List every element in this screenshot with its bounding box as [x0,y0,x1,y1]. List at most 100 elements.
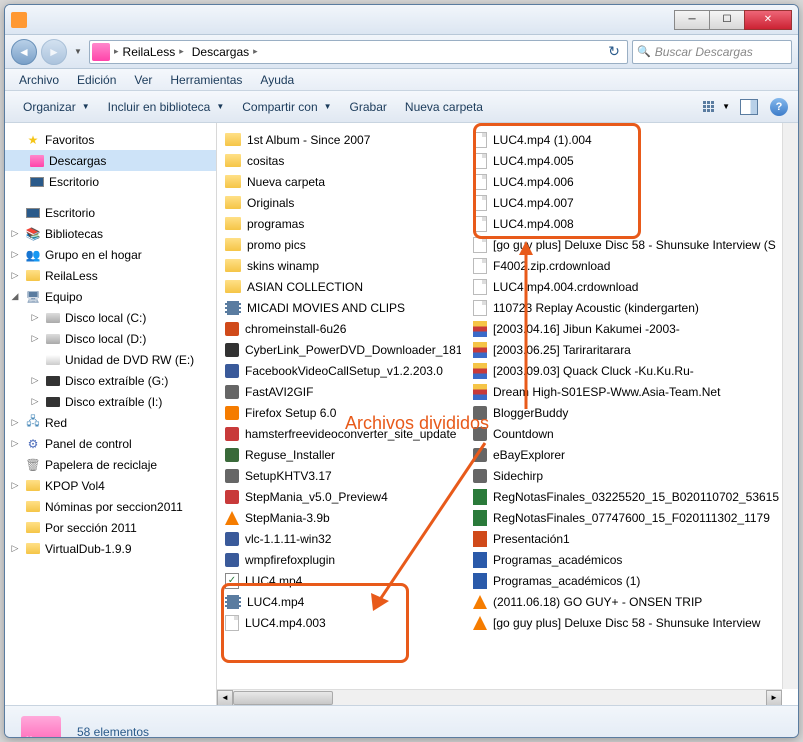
view-options[interactable]: ▼ [703,101,730,112]
tree-control-panel[interactable]: ▷⚙Panel de control [5,433,216,454]
file-item[interactable]: Programas_académicos [469,549,781,570]
search-input[interactable]: Buscar Descargas [632,40,792,64]
menu-tools[interactable]: Herramientas [162,71,250,89]
tree-folder[interactable]: ▷KPOP Vol4 [5,475,216,496]
tree-homegroup[interactable]: ▷👥Grupo en el hogar [5,244,216,265]
file-item[interactable]: [2003.09.03] Quack Cluck -Ku.Ku.Ru- [469,360,781,381]
file-item[interactable]: LUC4.mp4 (1).004 [469,129,781,150]
file-item[interactable]: LUC4.mp4 [221,591,461,612]
file-item[interactable]: F4002.zip.crdownload [469,255,781,276]
scroll-left-button[interactable]: ◄ [217,690,233,706]
file-item[interactable]: 110723 Replay Acoustic (kindergarten) [469,297,781,318]
file-item[interactable]: Firefox Setup 6.0 [221,402,461,423]
new-folder-button[interactable]: Nueva carpeta [397,96,491,118]
tree-network[interactable]: ▷🖧Red [5,412,216,433]
file-item[interactable]: LUC4.mp4.005 [469,150,781,171]
history-dropdown[interactable]: ▼ [71,42,85,62]
tree-drive-e[interactable]: Unidad de DVD RW (E:) [5,349,216,370]
titlebar[interactable]: ─ ☐ ✕ [5,5,798,35]
horizontal-scrollbar[interactable]: ◄ ► [217,689,782,705]
share-button[interactable]: Compartir con▼ [234,96,339,118]
file-item[interactable]: Countdown [469,423,781,444]
menu-view[interactable]: Ver [126,71,160,89]
refresh-button[interactable]: ↻ [603,41,625,63]
file-item[interactable]: StepMania_v5.0_Preview4 [221,486,461,507]
breadcrumb-item[interactable]: ReilaLess ▸ [119,41,188,63]
file-list[interactable]: 1st Album - Since 2007cositasNueva carpe… [217,123,798,705]
file-item[interactable]: LUC4.mp4.004.crdownload [469,276,781,297]
file-item[interactable]: RegNotasFinales_03225520_15_B020110702_5… [469,486,781,507]
file-item[interactable]: Reguse_Installer [221,444,461,465]
file-item[interactable]: LUC4.mp4.003 [221,612,461,633]
file-item[interactable]: FastAVI2GIF [221,381,461,402]
file-item[interactable]: hamsterfreevideoconverter_site_update [221,423,461,444]
breadcrumb-item[interactable]: Descargas ▸ [188,41,262,63]
tree-folder[interactable]: Nóminas por seccion2011 [5,496,216,517]
file-item[interactable]: LUC4.mp4.008 [469,213,781,234]
file-item[interactable]: RegNotasFinales_07747600_15_F020111302_1… [469,507,781,528]
tree-libraries[interactable]: ▷📚Bibliotecas [5,223,216,244]
tree-user[interactable]: ▷ReilaLess [5,265,216,286]
file-item[interactable]: StepMania-3.9b [221,507,461,528]
file-item[interactable]: [2003.06.25] Tariraritarara [469,339,781,360]
file-item[interactable]: Nueva carpeta [221,171,461,192]
organize-button[interactable]: Organizar▼ [15,96,98,118]
menu-file[interactable]: Archivo [11,71,67,89]
tree-drive-c[interactable]: ▷Disco local (C:) [5,307,216,328]
vertical-scrollbar[interactable] [782,123,798,689]
tree-desktop[interactable]: Escritorio [5,202,216,223]
file-item[interactable]: [go guy plus] Deluxe Disc 58 - Shunsuke … [469,612,781,633]
tree-favorites[interactable]: ★Favoritos [5,129,216,150]
file-item[interactable]: BloggerBuddy [469,402,781,423]
file-name: Dream High-S01ESP-Www.Asia-Team.Net [493,385,720,399]
tree-drive-i[interactable]: ▷Disco extraíble (I:) [5,391,216,412]
maximize-button[interactable]: ☐ [709,10,745,30]
file-item[interactable]: Originals [221,192,461,213]
tree-folder[interactable]: Por sección 2011 [5,517,216,538]
file-item[interactable]: [2003.04.16] Jibun Kakumei -2003- [469,318,781,339]
minimize-button[interactable]: ─ [674,10,710,30]
file-item[interactable]: (2011.06.18) GO GUY+ - ONSEN TRIP [469,591,781,612]
scroll-right-button[interactable]: ► [766,690,782,706]
back-button[interactable]: ◄ [11,39,37,65]
include-library-button[interactable]: Incluir en biblioteca▼ [100,96,233,118]
file-item[interactable]: CyberLink_PowerDVD_Downloader_1813 [221,339,461,360]
file-item[interactable]: LUC4.mp4.007 [469,192,781,213]
file-item[interactable]: Sidechirp [469,465,781,486]
tree-drive-g[interactable]: ▷Disco extraíble (G:) [5,370,216,391]
menu-edit[interactable]: Edición [69,71,124,89]
file-item[interactable]: ✓LUC4.mp4 [221,570,461,591]
tree-drive-d[interactable]: ▷Disco local (D:) [5,328,216,349]
tree-downloads[interactable]: Descargas [5,150,216,171]
file-item[interactable]: [go guy plus] Deluxe Disc 58 - Shunsuke … [469,234,781,255]
tree-folder[interactable]: ▷VirtualDub-1.9.9 [5,538,216,559]
forward-button[interactable]: ► [41,39,67,65]
file-item[interactable]: cositas [221,150,461,171]
file-item[interactable]: FacebookVideoCallSetup_v1.2.203.0 [221,360,461,381]
file-item[interactable]: Presentación1 [469,528,781,549]
tree-desktop-fav[interactable]: Escritorio [5,171,216,192]
file-item[interactable]: 1st Album - Since 2007 [221,129,461,150]
file-item[interactable]: skins winamp [221,255,461,276]
file-item[interactable]: ASIAN COLLECTION [221,276,461,297]
scroll-thumb[interactable] [233,691,333,705]
file-item[interactable]: wmpfirefoxplugin [221,549,461,570]
file-item[interactable]: eBayExplorer [469,444,781,465]
menu-help[interactable]: Ayuda [252,71,302,89]
file-item[interactable]: SetupKHTV3.17 [221,465,461,486]
file-item[interactable]: programas [221,213,461,234]
file-item[interactable]: Dream High-S01ESP-Www.Asia-Team.Net [469,381,781,402]
file-item[interactable]: promo pics [221,234,461,255]
file-item[interactable]: LUC4.mp4.006 [469,171,781,192]
file-item[interactable]: vlc-1.1.11-win32 [221,528,461,549]
close-button[interactable]: ✕ [744,10,792,30]
burn-button[interactable]: Grabar [342,96,395,118]
tree-recycle-bin[interactable]: 🗑Papelera de reciclaje [5,454,216,475]
file-item[interactable]: Programas_académicos (1) [469,570,781,591]
file-item[interactable]: chromeinstall-6u26 [221,318,461,339]
breadcrumb[interactable]: ▸ ReilaLess ▸ Descargas ▸ ↻ [89,40,628,64]
tree-computer[interactable]: ◢🖥Equipo [5,286,216,307]
help-button[interactable]: ? [770,98,788,116]
file-item[interactable]: MICADI MOVIES AND CLIPS [221,297,461,318]
preview-pane-button[interactable] [740,99,758,115]
